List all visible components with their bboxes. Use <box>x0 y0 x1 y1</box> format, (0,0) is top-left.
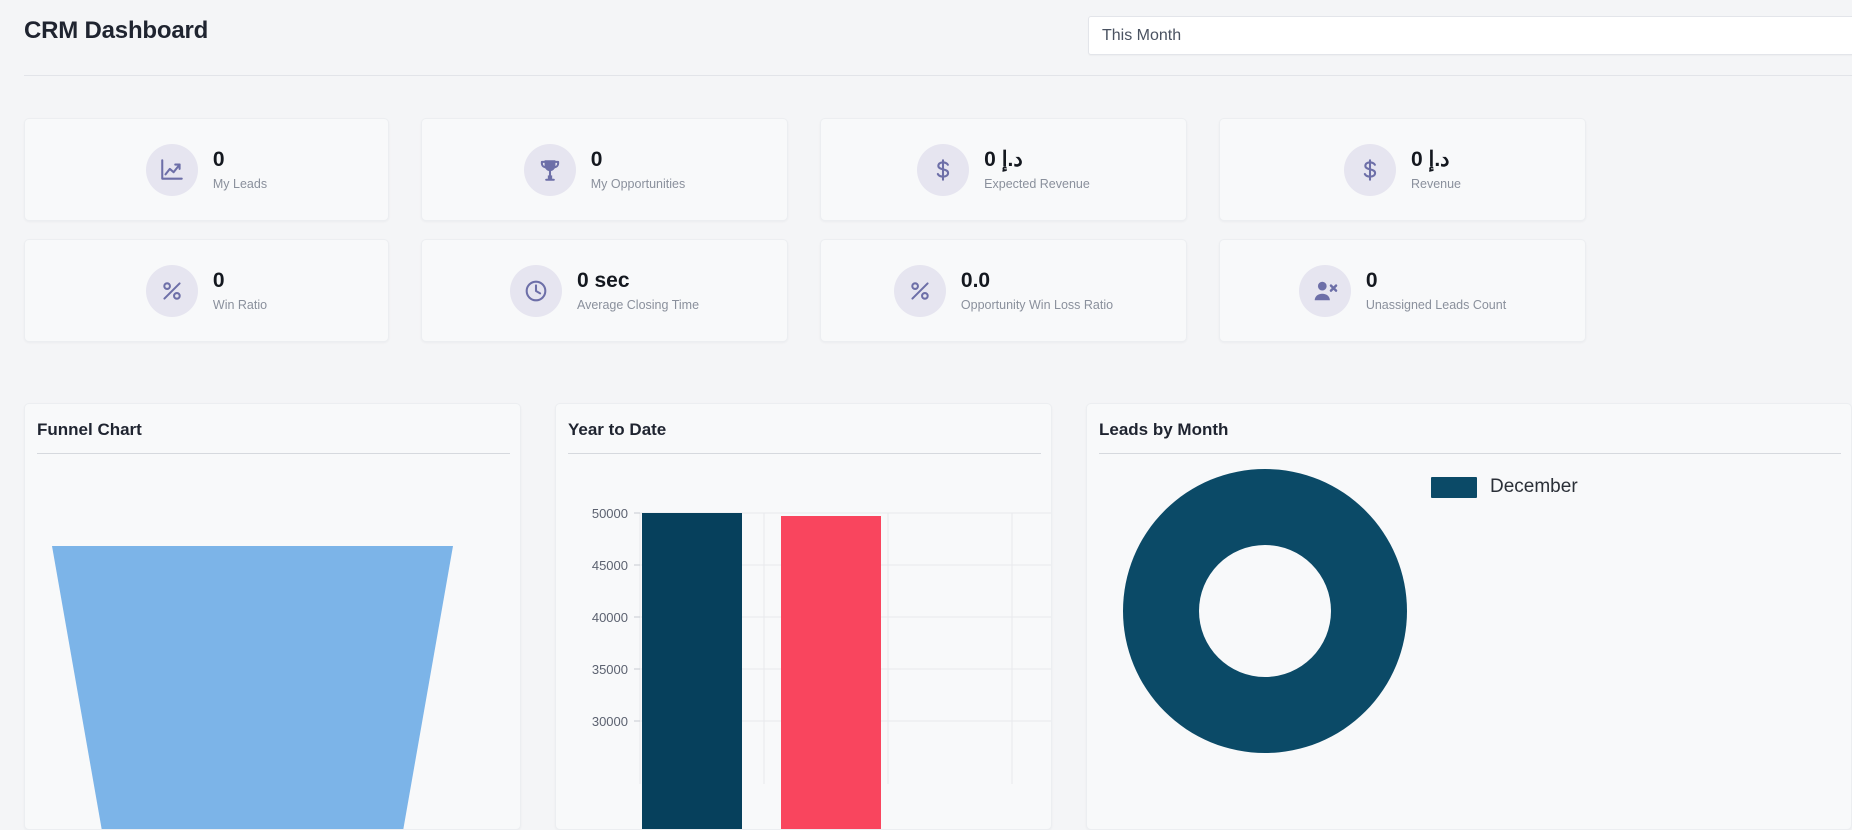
line-chart-icon <box>145 143 198 196</box>
y-axis-ticks <box>634 512 640 722</box>
bar-series-b[interactable] <box>781 516 881 830</box>
panel-title: Funnel Chart <box>37 420 142 439</box>
page-title: CRM Dashboard <box>24 17 209 44</box>
percent-icon <box>893 264 946 317</box>
funnel-stage-segment[interactable] <box>52 546 453 830</box>
kpi-card-average-closing-time[interactable]: 0 sec Average Closing Time <box>421 239 788 342</box>
dollar-icon <box>1343 143 1396 196</box>
kpi-value: 0 د.إ <box>984 148 1023 172</box>
kpi-card-unassigned-leads-count[interactable]: 0 Unassigned Leads Count <box>1219 239 1586 342</box>
kpi-label: My Opportunities <box>590 176 686 191</box>
kpi-value: 0 د.إ <box>1410 148 1450 172</box>
y-tick-label: 40000 <box>592 610 628 625</box>
kpi-value: 0 sec <box>576 269 630 293</box>
donut-chart-svg <box>1123 469 1407 753</box>
y-tick-label: 50000 <box>592 506 628 521</box>
kpi-label: My Leads <box>212 176 268 191</box>
period-filter-value: This Month <box>1102 26 1182 44</box>
kpi-card-my-opportunities[interactable]: 0 My Opportunities <box>421 118 788 221</box>
year-to-date-bar-chart[interactable]: 50000 45000 40000 35000 30000 <box>556 454 1052 830</box>
kpi-card-win-ratio[interactable]: 0 Win Ratio <box>24 239 389 342</box>
trophy-icon <box>523 143 576 196</box>
kpi-value: 0 <box>590 148 603 172</box>
kpi-value: 0 <box>212 269 225 293</box>
dollar-icon <box>917 143 970 196</box>
panel-leads-by-month: Leads by Month December <box>1086 403 1852 830</box>
kpi-value: 0.0 <box>960 269 991 293</box>
kpi-label: Average Closing Time <box>576 297 700 312</box>
panel-year-to-date: Year to Date 50000 45000 40000 35000 300… <box>555 403 1052 830</box>
kpi-value: 0 <box>212 148 225 172</box>
kpi-card-revenue[interactable]: 0 د.إ Revenue <box>1219 118 1586 221</box>
page-header: CRM Dashboard This Month <box>0 0 1852 76</box>
y-tick-label: 30000 <box>592 714 628 729</box>
kpi-row-2: 0 Win Ratio 0 sec Average Closing Time 0… <box>0 239 1852 342</box>
kpi-label: Expected Revenue <box>984 176 1090 191</box>
kpi-card-opportunity-win-loss-ratio[interactable]: 0.0 Opportunity Win Loss Ratio <box>820 239 1187 342</box>
funnel-chart-svg <box>52 546 453 830</box>
y-tick-label: 45000 <box>592 558 628 573</box>
donut-legend: December <box>1431 476 1578 498</box>
panel-title: Year to Date <box>568 420 667 439</box>
header-divider <box>24 75 1852 76</box>
crm-dashboard-page: CRM Dashboard This Month 0 My Leads 0 My… <box>0 0 1852 830</box>
y-tick-label: 35000 <box>592 662 628 677</box>
user-remove-icon <box>1298 264 1351 317</box>
period-filter-select[interactable]: This Month <box>1088 16 1852 55</box>
percent-icon <box>145 264 198 317</box>
donut-hole <box>1199 545 1331 677</box>
kpi-row-1: 0 My Leads 0 My Opportunities 0 د.إ Expe… <box>0 118 1852 221</box>
panel-title: Leads by Month <box>1099 420 1229 439</box>
legend-swatch-december[interactable] <box>1431 476 1477 498</box>
panel-funnel-chart: Funnel Chart <box>24 403 521 830</box>
clock-icon <box>509 264 562 317</box>
kpi-label: Revenue <box>1410 176 1462 191</box>
chart-panels: Funnel Chart Year to Date 50000 45000 40… <box>0 403 1852 830</box>
bar-series-a[interactable] <box>642 513 742 830</box>
kpi-value: 0 <box>1365 269 1378 293</box>
leads-by-month-donut-chart[interactable]: December <box>1087 454 1851 829</box>
kpi-card-grid: 0 My Leads 0 My Opportunities 0 د.إ Expe… <box>0 118 1852 360</box>
kpi-card-my-leads[interactable]: 0 My Leads <box>24 118 389 221</box>
kpi-label: Opportunity Win Loss Ratio <box>960 297 1114 312</box>
kpi-card-expected-revenue[interactable]: 0 د.إ Expected Revenue <box>820 118 1187 221</box>
kpi-label: Unassigned Leads Count <box>1365 297 1507 312</box>
funnel-chart[interactable] <box>25 454 520 829</box>
legend-label-december[interactable]: December <box>1490 476 1578 498</box>
kpi-label: Win Ratio <box>212 297 268 312</box>
